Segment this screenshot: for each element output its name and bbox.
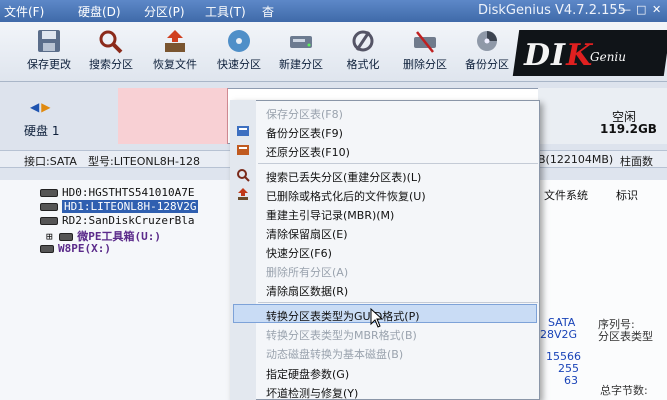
menu-convert-to-mbr[interactable]: 转换分区表类型为MBR格式(B)	[266, 327, 417, 343]
minimize-button[interactable]: —	[620, 3, 631, 16]
menu-clear-reserved-sectors[interactable]: 清除保留扇区(E)	[266, 226, 348, 242]
search-icon	[99, 30, 123, 54]
menu-delete-all-partitions[interactable]: 删除所有分区(A)	[266, 264, 348, 280]
format-label: 格式化	[346, 58, 380, 71]
new-partition-label: 新建分区	[279, 58, 323, 71]
partition-block[interactable]	[118, 88, 228, 144]
disk-nav: ◀ ▶	[30, 100, 52, 114]
backup-table-icon	[237, 126, 249, 136]
file-recovery-icon	[238, 188, 248, 200]
free-space-size: 119.2GB	[600, 122, 657, 136]
disk-label: 硬盘 1	[24, 124, 60, 138]
tree-item-hd1[interactable]: HD1:LITEONL8H-128V2G	[40, 200, 199, 213]
menu-file-recovery[interactable]: 已删除或格式化后的文件恢复(U)	[266, 188, 426, 204]
disk-tree	[0, 180, 232, 400]
menu-search-lost-partitions[interactable]: 搜索已丢失分区(重建分区表)(L)	[266, 169, 421, 185]
quick-partition-label: 快速分区	[217, 58, 261, 71]
menu-view[interactable]: 杳	[262, 3, 274, 20]
restore-table-icon	[237, 145, 249, 155]
col-filesystem[interactable]: 文件系统	[544, 187, 588, 203]
search-partition-button[interactable]: 搜索分区	[82, 26, 140, 80]
interface-info: 接口:SATA	[24, 155, 77, 168]
menu-save-partition-table[interactable]: 保存分区表(F8)	[266, 106, 343, 122]
prev-disk-icon[interactable]: ◀	[30, 100, 39, 114]
cylinders-info: 柱面数	[620, 155, 653, 168]
format-icon	[352, 30, 374, 52]
partition-type-label: 分区表类型	[598, 330, 653, 343]
close-button[interactable]: ✕	[652, 3, 661, 16]
menu-disk[interactable]: 硬盘(D)	[78, 3, 121, 20]
tree-item-rd2[interactable]: RD2:SanDiskCruzerBla	[40, 214, 194, 227]
drive-icon	[290, 36, 312, 48]
menu-clear-sector-data[interactable]: 清除扇区数据(R)	[266, 283, 348, 299]
menu-separator	[258, 163, 538, 164]
menu-bar: 文件(F) 硬盘(D) 分区(P) 工具(T) 杳 DiskGenius V4.…	[0, 0, 667, 22]
quick-partition-button[interactable]: 快速分区	[210, 26, 268, 80]
menu-quick-partition[interactable]: 快速分区(F6)	[266, 245, 332, 261]
search-lost-icon	[237, 169, 250, 182]
recover-files-label: 恢复文件	[153, 58, 197, 71]
delete-drive-icon	[414, 31, 436, 53]
brand-logo: DIK	[524, 38, 594, 73]
tree-item-hd0[interactable]: HD0:HGSTHTS541010A7E	[40, 186, 194, 199]
disc-icon	[228, 30, 250, 52]
usb-drive-icon	[40, 217, 58, 225]
hdd-icon	[40, 189, 58, 197]
delete-partition-button[interactable]: 删除分区	[396, 26, 454, 80]
menu-tools[interactable]: 工具(T)	[205, 3, 246, 20]
maximize-button[interactable]: □	[636, 3, 646, 16]
menu-restore-partition-table[interactable]: 还原分区表(F10)	[266, 144, 350, 160]
partition-icon	[59, 233, 74, 241]
menu-rebuild-mbr[interactable]: 重建主引导记录(MBR)(M)	[266, 207, 394, 223]
model-info: 型号:LITEONL8H-128	[88, 155, 200, 168]
menu-bad-sector-check[interactable]: 坏道检测与修复(Y)	[266, 385, 358, 400]
backup-disc-icon	[477, 31, 497, 51]
backup-partition-button[interactable]: 备份分区	[458, 26, 516, 80]
menu-partition[interactable]: 分区(P)	[144, 3, 185, 20]
floppy-icon	[38, 30, 60, 52]
new-partition-button[interactable]: 新建分区	[272, 26, 330, 80]
diskgenius-window: 文件(F) 硬盘(D) 分区(P) 工具(T) 杳 DiskGenius V4.…	[0, 0, 667, 400]
format-button[interactable]: 格式化	[334, 26, 392, 80]
details-grid	[535, 180, 667, 400]
backup-partition-label: 备份分区	[465, 58, 509, 71]
app-title: DiskGenius V4.7.2.155	[478, 3, 626, 18]
delete-partition-label: 删除分区	[403, 58, 447, 71]
save-changes-label: 保存更改	[27, 58, 71, 71]
tree-item-w8pe[interactable]: W8PE(X:)	[40, 242, 111, 255]
save-changes-button[interactable]: 保存更改	[20, 26, 78, 80]
sectors-value: 63	[564, 374, 578, 387]
mouse-cursor-icon	[370, 308, 384, 328]
partition-icon	[40, 245, 54, 253]
menu-backup-partition-table[interactable]: 备份分区表(F9)	[266, 125, 343, 141]
capacity-info: B(122104MB)	[538, 153, 614, 166]
brand-logo-sub: Geniu	[590, 50, 626, 64]
menu-separator	[258, 302, 538, 303]
total-bytes-label: 总字节数:	[600, 384, 648, 397]
recover-files-button[interactable]: 恢复文件	[146, 26, 204, 80]
menu-specify-disk-params[interactable]: 指定硬盘参数(G)	[266, 366, 349, 382]
menu-dynamic-to-basic[interactable]: 动态磁盘转换为基本磁盘(B)	[266, 346, 403, 362]
model-suffix-value: 28V2G	[540, 328, 578, 341]
search-partition-label: 搜索分区	[89, 58, 133, 71]
recover-box-icon	[165, 30, 185, 52]
menu-file[interactable]: 文件(F)	[4, 3, 44, 20]
col-id[interactable]: 标识	[616, 187, 638, 203]
next-disk-icon[interactable]: ▶	[41, 100, 50, 114]
menu-convert-to-guid[interactable]: 转换分区表类型为GUID格式(P)	[266, 308, 420, 324]
hdd-icon	[40, 203, 58, 211]
